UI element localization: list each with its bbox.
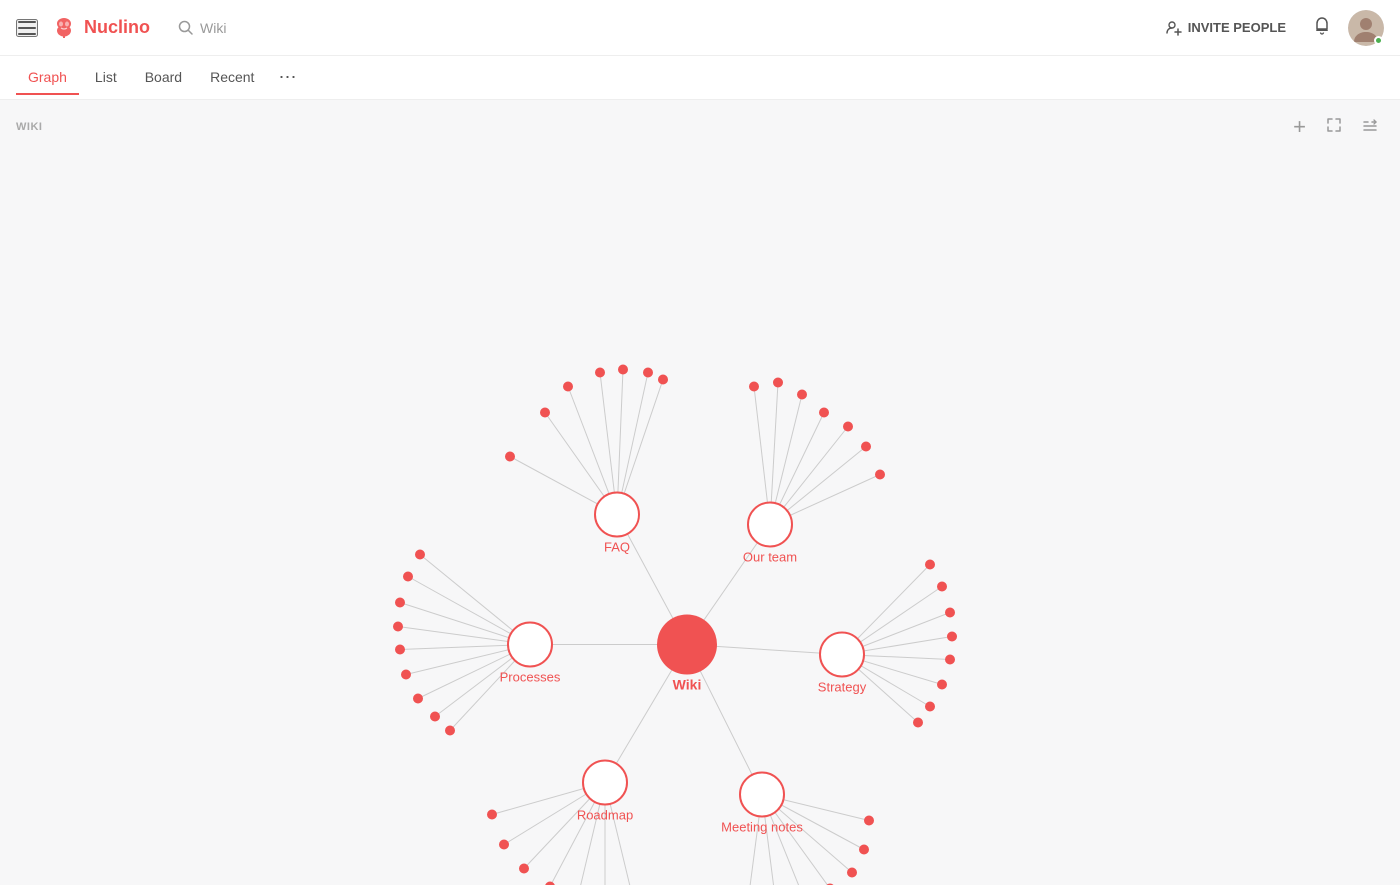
node-strategy-label: Strategy bbox=[818, 680, 867, 695]
node-processes[interactable] bbox=[508, 623, 552, 667]
search-icon bbox=[178, 20, 194, 36]
user-avatar-wrapper[interactable] bbox=[1348, 10, 1384, 46]
header-right: INVITE PEOPLE bbox=[1156, 10, 1384, 46]
search-area[interactable]: Wiki bbox=[178, 20, 226, 36]
graph-toolbar: WIKI + bbox=[0, 100, 1400, 154]
invite-label: INVITE PEOPLE bbox=[1188, 20, 1286, 35]
tab-board[interactable]: Board bbox=[133, 61, 194, 95]
tab-recent[interactable]: Recent bbox=[198, 61, 266, 95]
main-content: WIKI + bbox=[0, 100, 1400, 885]
node-meetingnotes[interactable] bbox=[740, 773, 784, 817]
tab-graph[interactable]: Graph bbox=[16, 61, 79, 95]
node-faq[interactable] bbox=[595, 493, 639, 537]
online-status-dot bbox=[1374, 36, 1383, 45]
logo-text: Nuclino bbox=[84, 17, 150, 38]
notification-button[interactable] bbox=[1312, 16, 1332, 39]
bell-icon bbox=[1312, 16, 1332, 36]
graph-canvas[interactable]: Wiki FAQ Our team Processes Strategy Roa… bbox=[0, 154, 1400, 885]
node-wiki-label: Wiki bbox=[673, 677, 702, 693]
node-faq-label: FAQ bbox=[604, 540, 630, 555]
view-tabs: Graph List Board Recent ⋯ bbox=[0, 56, 1400, 100]
node-strategy[interactable] bbox=[820, 633, 864, 677]
node-roadmap-label: Roadmap bbox=[577, 808, 633, 823]
expand-button[interactable] bbox=[1320, 113, 1348, 141]
logo[interactable]: Nuclino bbox=[50, 14, 150, 42]
add-button[interactable]: + bbox=[1287, 112, 1312, 142]
graph-svg: Wiki FAQ Our team Processes Strategy Roa… bbox=[0, 154, 1400, 885]
node-wiki[interactable] bbox=[657, 615, 717, 675]
tab-list[interactable]: List bbox=[83, 61, 129, 95]
app-header: Nuclino Wiki INVITE PEOPLE bbox=[0, 0, 1400, 56]
node-ourteam[interactable] bbox=[748, 503, 792, 547]
collapse-button[interactable] bbox=[1356, 114, 1384, 141]
expand-icon bbox=[1326, 117, 1342, 133]
header-left: Nuclino Wiki bbox=[16, 14, 226, 42]
wiki-section-label: WIKI bbox=[16, 121, 42, 133]
node-roadmap[interactable] bbox=[583, 761, 627, 805]
brain-icon bbox=[50, 14, 78, 42]
menu-button[interactable] bbox=[16, 19, 38, 37]
collapse-icon bbox=[1362, 118, 1378, 134]
toolbar-actions: + bbox=[1287, 112, 1384, 142]
node-processes-label: Processes bbox=[500, 670, 561, 685]
tab-more-button[interactable]: ⋯ bbox=[270, 63, 304, 92]
search-label: Wiki bbox=[200, 20, 226, 36]
invite-icon bbox=[1166, 20, 1182, 36]
invite-people-button[interactable]: INVITE PEOPLE bbox=[1156, 14, 1296, 42]
node-ourteam-label: Our team bbox=[743, 550, 797, 565]
node-meetingnotes-label: Meeting notes bbox=[721, 820, 803, 835]
